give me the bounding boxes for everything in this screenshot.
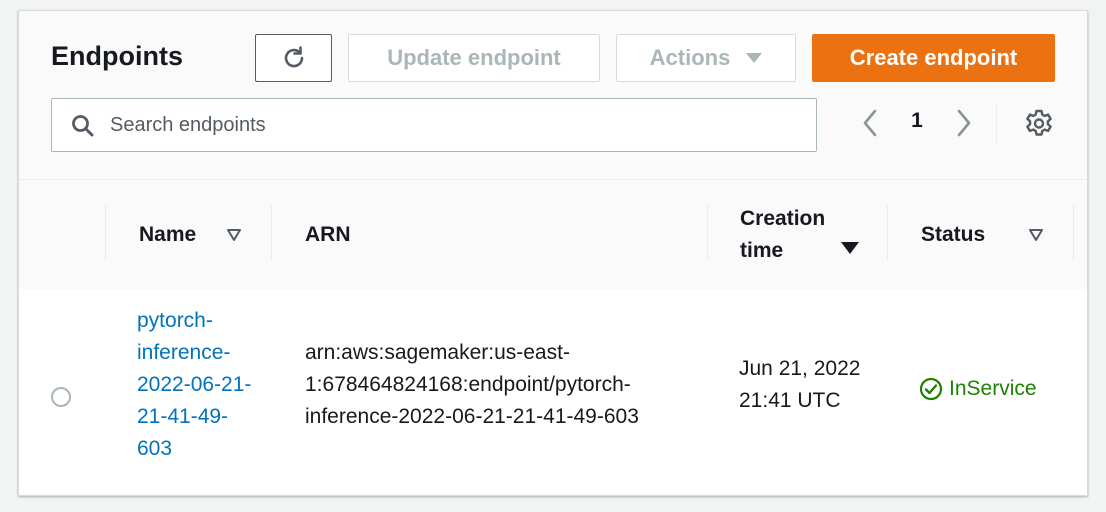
next-page-icon[interactable] [951,107,977,139]
column-divider [707,205,708,261]
previous-page-icon[interactable] [857,107,883,139]
column-divider [1073,205,1074,261]
actions-label: Actions [649,45,731,70]
table-header: Name ARN Creation time Status [19,179,1087,290]
table-row[interactable]: pytorch-inference-2022-06-21-21-41-49-60… [19,289,1087,495]
create-endpoint-button[interactable]: Create endpoint [812,34,1055,82]
search-icon [72,115,94,137]
page-title: Endpoints [51,41,183,71]
endpoint-arn: arn:aws:sagemaker:us-east-1:678464824168… [305,341,639,428]
pagination-divider [996,103,997,143]
column-header-creation-time[interactable]: Creation time [740,180,850,289]
panel-header: Endpoints Update endpoint Actions Create… [19,11,1087,179]
current-page-number[interactable]: 1 [907,109,927,133]
sort-descending-icon[interactable] [841,242,859,254]
column-header-name[interactable]: Name [139,180,196,289]
gear-icon[interactable] [1023,107,1055,139]
row-select-radio[interactable] [51,387,71,407]
column-divider [887,205,888,261]
refresh-button[interactable] [255,34,332,82]
actions-dropdown[interactable]: Actions [616,34,796,82]
search-input[interactable] [110,107,800,143]
sort-icon[interactable] [1028,228,1044,242]
endpoint-name-link[interactable]: pytorch-inference-2022-06-21-21-41-49-60… [137,309,251,460]
search-box[interactable] [51,98,817,152]
creation-time: Jun 21, 2022 21:41 UTC [739,357,861,412]
column-divider [271,205,272,261]
caret-down-icon [746,53,763,63]
check-circle-icon [919,377,943,401]
column-header-arn: ARN [305,222,351,246]
endpoints-panel: Endpoints Update endpoint Actions Create… [18,10,1088,496]
status-text: InService [949,377,1037,400]
refresh-icon [284,46,303,68]
endpoint-name-cell: pytorch-inference-2022-06-21-21-41-49-60… [137,305,257,465]
column-divider [105,205,106,261]
sort-icon[interactable] [226,228,242,242]
column-header-status[interactable]: Status [921,180,985,289]
status-badge: InService [919,377,1037,401]
update-endpoint-button[interactable]: Update endpoint [348,34,600,82]
